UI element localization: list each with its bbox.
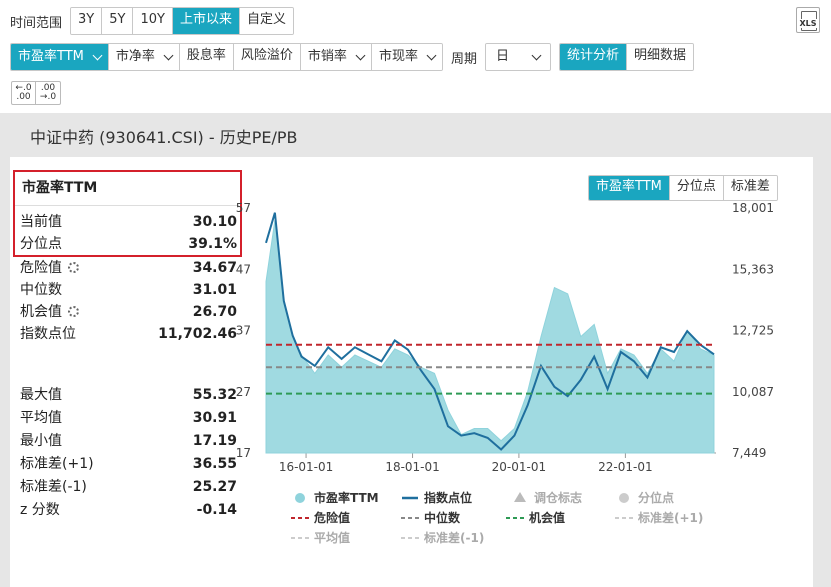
- metric-group: 市盈率TTM 市净率 股息率 风险溢价 市销率 市现率: [10, 43, 443, 71]
- metric-ps-dropdown[interactable]: 市销率: [300, 44, 372, 70]
- decimal-buttons: ←.0.00 .00 →.0: [11, 81, 61, 105]
- metric-pb-dropdown[interactable]: 市净率: [108, 44, 180, 70]
- legend-dot-icon: [619, 493, 629, 503]
- y-left-tick-label: 37: [236, 324, 251, 338]
- metric-pe-ttm-label: 市盈率TTM: [18, 49, 84, 64]
- legend-triangle-icon: [514, 492, 526, 502]
- metric-risk-premium-button[interactable]: 风险溢价: [233, 44, 301, 70]
- view-tab-group: 统计分析 明细数据: [558, 43, 695, 71]
- x-tick-label: 20-01-01: [492, 460, 546, 474]
- metric-pe-ttm-dropdown[interactable]: 市盈率TTM: [11, 44, 109, 70]
- legend-label: 标准差(-1): [423, 530, 484, 545]
- chevron-down-icon: [163, 50, 174, 60]
- metric-row: 市盈率TTM 市净率 股息率 风险溢价 市销率 市现率 周期 日 统计分析 明细…: [10, 43, 695, 71]
- legend-dot-icon: [295, 493, 305, 503]
- time-range-group: 3Y 5Y 10Y 上市以来 自定义: [70, 7, 294, 35]
- y-right-tick-label: 10,087: [732, 385, 774, 399]
- metric-pcf-label: 市现率: [378, 49, 418, 64]
- tab-stats-analysis[interactable]: 统计分析: [559, 44, 627, 70]
- x-tick-label: 16-01-01: [279, 460, 333, 474]
- y-right-tick-label: 15,363: [732, 262, 774, 276]
- section-title: 中证中药 (930641.CSI) - 历史PE/PB: [30, 128, 298, 147]
- y-left-tick-label: 17: [236, 446, 251, 460]
- chevron-down-icon: [355, 50, 366, 60]
- increase-decimal-button[interactable]: .00 →.0: [36, 82, 60, 104]
- period-select[interactable]: 日: [484, 43, 551, 71]
- pe-ttm-area: [265, 220, 715, 454]
- range-3y-button[interactable]: 3Y: [71, 8, 103, 34]
- range-custom-button[interactable]: 自定义: [239, 8, 293, 34]
- legend-label: 中位数: [424, 510, 461, 525]
- metric-ps-label: 市销率: [307, 49, 347, 64]
- range-10y-button[interactable]: 10Y: [133, 8, 173, 34]
- decrease-decimal-button[interactable]: ←.0.00: [12, 82, 36, 104]
- y-left-tick-label: 57: [236, 201, 251, 215]
- chart-plot: [265, 212, 716, 454]
- time-range-row: 时间范围 3Y 5Y 10Y 上市以来 自定义: [10, 7, 294, 35]
- tab-detail-data[interactable]: 明细数据: [627, 44, 694, 70]
- period-value: 日: [495, 49, 509, 64]
- y-left-tick-label: 27: [236, 385, 251, 399]
- x-tick-label: 18-01-01: [385, 460, 439, 474]
- chart-legend: 市盈率TTM 指数点位 调仓标志 分位点危险值 中位数 机会值 标准差(+1) 平均值 标准差(…: [291, 490, 703, 545]
- period-select-value: 日: [485, 44, 550, 70]
- chevron-down-icon: [426, 50, 437, 60]
- legend-label: 平均值: [314, 530, 350, 545]
- range-since-listing-button[interactable]: 上市以来: [172, 8, 240, 34]
- time-range-label: 时间范围: [10, 15, 63, 31]
- legend-label: 标准差(+1): [637, 510, 703, 525]
- metric-dividend-button[interactable]: 股息率: [179, 44, 234, 70]
- legend-label: 危险值: [313, 510, 350, 525]
- legend-label: 分位点: [638, 490, 674, 505]
- legend-label: 机会值: [529, 510, 565, 525]
- range-5y-button[interactable]: 5Y: [102, 8, 134, 34]
- y-right-tick-label: 18,001: [732, 201, 774, 215]
- pe-chart: 57 47 37 27 17 18,001 15,363 12,725 10,087 7,449 1…: [236, 201, 774, 545]
- y-right-tick-label: 12,725: [732, 324, 774, 338]
- x-tick-label: 22-01-01: [598, 460, 652, 474]
- y-left-tick-label: 47: [236, 262, 251, 276]
- metric-pcf-dropdown[interactable]: 市现率: [371, 44, 442, 70]
- xls-icon: XLS: [799, 19, 817, 28]
- period-label: 周期: [450, 51, 477, 67]
- metric-pb-label: 市净率: [115, 49, 155, 64]
- stats-card: 市盈率TTM 当前值 30.10 分位点 39.1% 危险值 34.67 中位数 31.…: [10, 157, 813, 587]
- chevron-down-icon: [92, 50, 103, 60]
- y-right-tick-label: 7,449: [732, 446, 766, 460]
- legend-label: 市盈率TTM: [314, 490, 379, 505]
- export-xls-button[interactable]: XLS: [796, 7, 820, 33]
- chevron-down-icon: [531, 50, 542, 60]
- legend-label: 调仓标志: [534, 490, 582, 505]
- legend-label: 指数点位: [424, 490, 472, 505]
